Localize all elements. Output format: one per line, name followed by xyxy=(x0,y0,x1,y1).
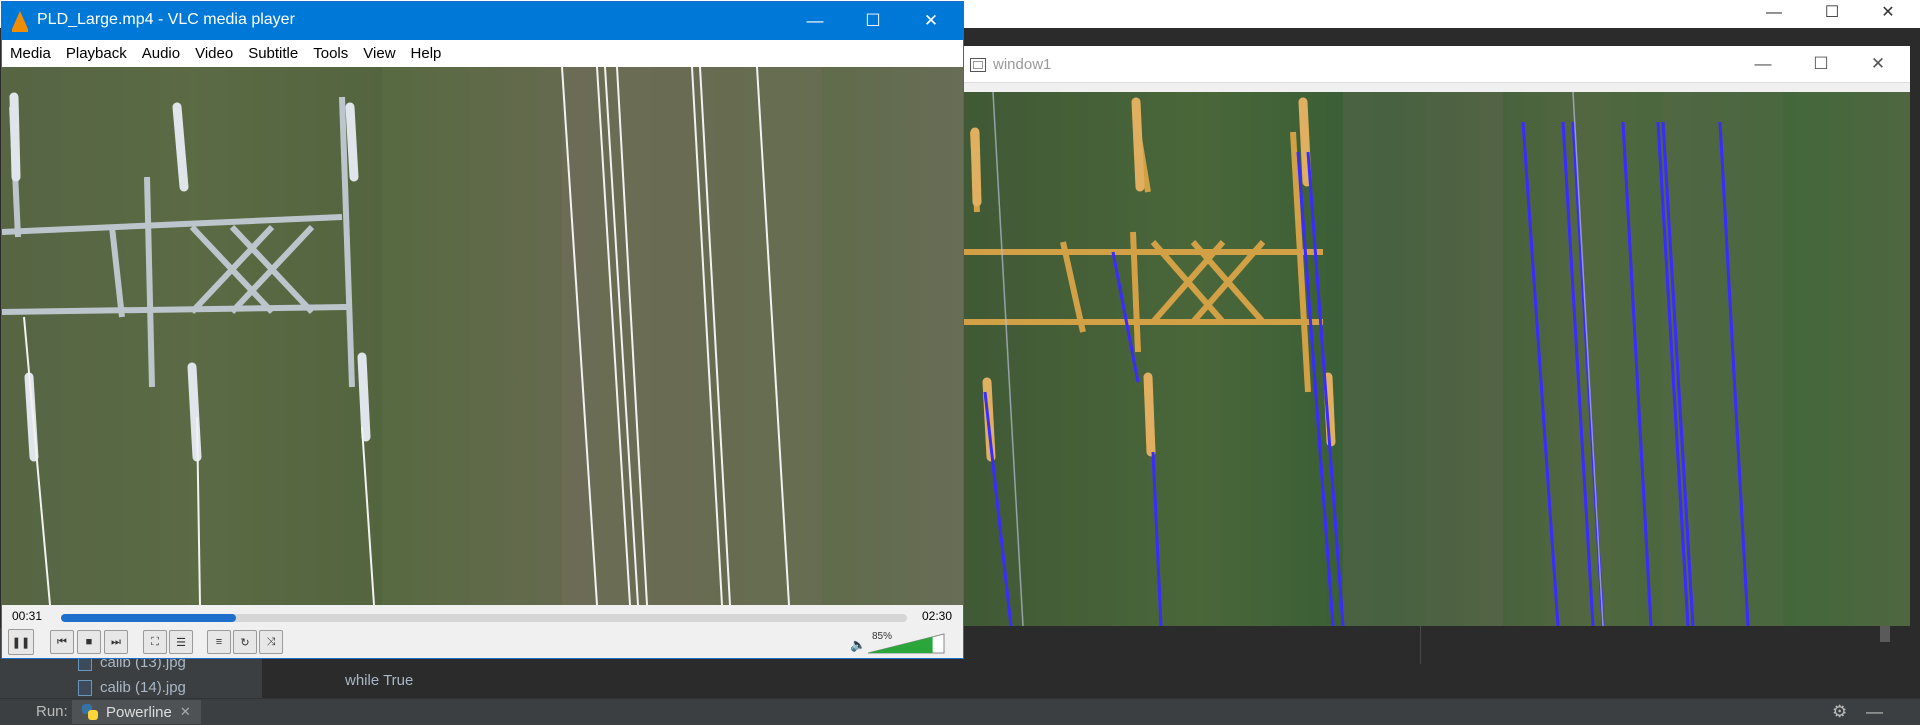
fullscreen-button[interactable]: ⛶ xyxy=(143,630,167,654)
vlc-titlebar[interactable]: PLD_Large.mp4 - VLC media player — ☐ ✕ xyxy=(2,2,963,40)
run-toolbar: Run: Powerline ✕ ⚙ — xyxy=(0,698,1920,725)
menu-video[interactable]: Video xyxy=(187,45,240,62)
close-icon[interactable]: ✕ xyxy=(1849,46,1907,82)
python-icon xyxy=(82,704,98,720)
video-frame[interactable] xyxy=(2,67,963,605)
vlc-window-title: PLD_Large.mp4 - VLC media player xyxy=(37,11,295,28)
app-window-icon xyxy=(970,58,986,72)
window1-title: window1 xyxy=(993,56,1052,73)
file-name: calib (14).jpg xyxy=(100,679,186,696)
maximize-icon[interactable]: ☐ xyxy=(844,2,902,40)
shuffle-button[interactable]: ⤨ xyxy=(259,630,283,654)
total-time: 02:30 xyxy=(922,609,953,623)
run-label: Run: xyxy=(36,703,68,720)
window1-titlebar[interactable]: window1 — ☐ ✕ xyxy=(963,46,1910,83)
menu-help[interactable]: Help xyxy=(403,45,449,62)
pause-button[interactable]: ❚❚ xyxy=(8,629,34,655)
previous-button[interactable]: ⏮ xyxy=(50,630,74,654)
stop-button[interactable]: ■ xyxy=(77,630,101,654)
pause-icon: ❚❚ xyxy=(11,636,31,649)
menu-view[interactable]: View xyxy=(355,45,402,62)
loop-icon: ↻ xyxy=(240,636,250,649)
minimize-icon[interactable]: — xyxy=(1754,2,1794,24)
editor-divider xyxy=(1420,626,1421,664)
playlist-icon: ≡ xyxy=(215,636,223,648)
next-button[interactable]: ⏭ xyxy=(104,630,128,654)
close-tab-icon[interactable]: ✕ xyxy=(180,704,191,720)
menu-tools[interactable]: Tools xyxy=(305,45,355,62)
seek-row: 00:31 02:30 xyxy=(2,605,963,629)
minimize-icon[interactable]: — xyxy=(1734,46,1792,82)
elapsed-time: 00:31 xyxy=(12,609,43,623)
run-tab-powerline[interactable]: Powerline ✕ xyxy=(72,700,201,724)
seek-progress xyxy=(61,614,237,622)
close-icon[interactable]: ✕ xyxy=(902,2,960,40)
close-icon[interactable]: ✕ xyxy=(1868,2,1908,24)
menu-playback[interactable]: Playback xyxy=(58,45,134,62)
playlist-button[interactable]: ≡ xyxy=(207,630,231,654)
window1[interactable]: window1 — ☐ ✕ xyxy=(963,46,1910,626)
speaker-icon[interactable]: 🔈 xyxy=(850,637,866,653)
menu-audio[interactable]: Audio xyxy=(134,45,187,62)
volume-percent: 85% xyxy=(872,631,893,642)
vlc-menubar: Media Playback Audio Video Subtitle Tool… xyxy=(2,40,963,67)
menu-media[interactable]: Media xyxy=(2,45,58,62)
loop-button[interactable]: ↻ xyxy=(233,630,257,654)
vlc-cone-icon xyxy=(12,11,28,32)
gear-icon[interactable]: ⚙ xyxy=(1832,702,1847,722)
minimize-icon[interactable]: — xyxy=(786,2,844,40)
processed-frame xyxy=(963,92,1910,626)
hide-panel-icon[interactable]: — xyxy=(1866,702,1883,722)
extended-settings-button[interactable]: ☰ xyxy=(169,630,193,654)
seek-bar[interactable] xyxy=(61,614,907,622)
equalizer-icon: ☰ xyxy=(176,636,186,649)
next-icon: ⏭ xyxy=(111,635,121,648)
stop-icon: ■ xyxy=(85,636,93,648)
editor-scrollbar[interactable] xyxy=(1880,626,1890,642)
maximize-icon[interactable]: ☐ xyxy=(1792,46,1850,82)
fullscreen-icon: ⛶ xyxy=(151,635,159,648)
run-tab-label: Powerline xyxy=(106,703,172,721)
maximize-icon[interactable]: ☐ xyxy=(1812,2,1852,24)
menu-subtitle[interactable]: Subtitle xyxy=(240,45,305,62)
file-item[interactable]: calib (14).jpg xyxy=(78,679,186,696)
image-file-icon xyxy=(78,679,92,696)
playback-controls: ❚❚ ⏮ ■ ⏭ ⛶ ☰ ≡ ↻ ⤨ 🔈 85% xyxy=(2,629,963,658)
vlc-window[interactable]: PLD_Large.mp4 - VLC media player — ☐ ✕ M… xyxy=(2,2,963,658)
code-line[interactable]: while True xyxy=(345,672,413,689)
previous-icon: ⏮ xyxy=(57,635,67,648)
shuffle-icon: ⤨ xyxy=(266,635,276,648)
